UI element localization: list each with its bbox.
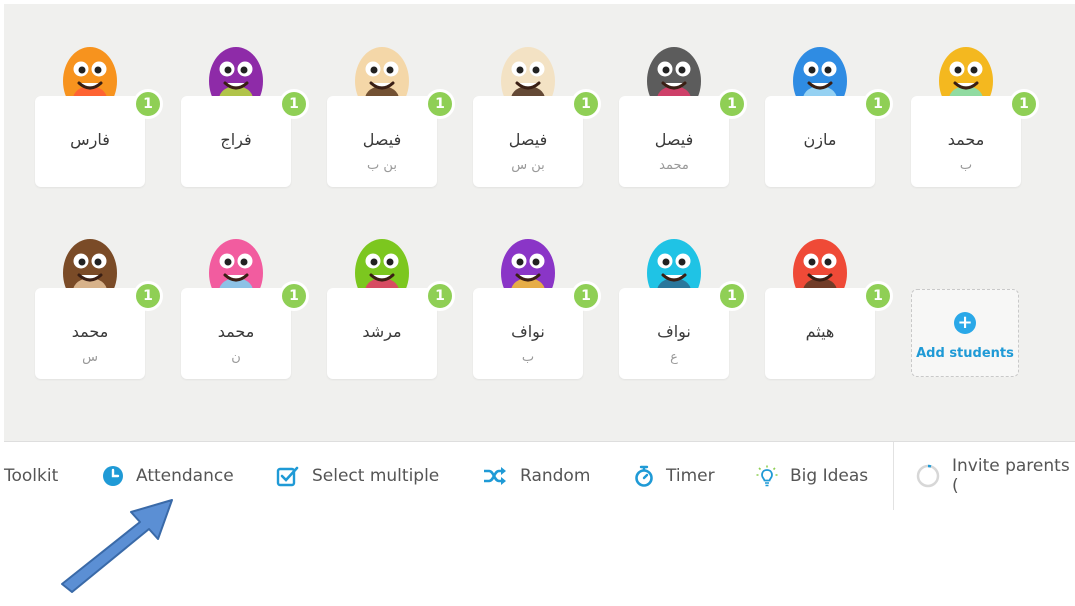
random-label: Random (520, 466, 591, 486)
invite-parents-button[interactable]: Invite parents ( (916, 442, 1075, 510)
points-badge: 1 (425, 89, 455, 119)
student-last-name: س (82, 350, 98, 365)
student-first-name: محمد (947, 130, 985, 149)
student-card[interactable]: فارس (35, 96, 145, 187)
student-card[interactable]: فراج (181, 96, 291, 187)
student-card[interactable]: فيصل بن ب (327, 96, 437, 187)
timer-button[interactable]: Timer (634, 442, 715, 510)
student-last-name: ب (959, 158, 973, 173)
student-card[interactable]: محمد ب (911, 96, 1021, 187)
student-first-name: محمد (71, 322, 109, 341)
progress-ring-icon (916, 464, 940, 488)
student-first-name: نواف (511, 322, 545, 341)
points-badge: 1 (279, 89, 309, 119)
student-card[interactable]: فيصل بن س (473, 96, 583, 187)
student-first-name: فيصل (654, 130, 694, 149)
student-first-name: محمد (217, 322, 255, 341)
select-multiple-label: Select multiple (312, 466, 440, 486)
toolbar-divider (893, 442, 894, 510)
select-multiple-button[interactable]: Select multiple (276, 442, 439, 510)
student-card[interactable]: محمد س (35, 288, 145, 379)
student-last-name: ع (670, 350, 678, 365)
student-first-name: فيصل (508, 130, 548, 149)
points-badge: 1 (425, 281, 455, 311)
big-ideas-label: Big Ideas (790, 466, 869, 486)
student-card[interactable]: محمد ن (181, 288, 291, 379)
stopwatch-icon (634, 465, 654, 487)
student-first-name: مازن (803, 130, 837, 149)
points-badge: 1 (863, 281, 893, 311)
student-card[interactable]: مازن (765, 96, 875, 187)
points-badge: 1 (571, 89, 601, 119)
student-card[interactable]: نواف ب (473, 288, 583, 379)
student-card[interactable]: مرشد (327, 288, 437, 379)
student-first-name: فراج (220, 130, 252, 149)
add-students-button[interactable]: + Add students (911, 289, 1019, 377)
points-badge: 1 (717, 89, 747, 119)
points-badge: 1 (1009, 89, 1039, 119)
student-last-name: ب (521, 350, 535, 365)
student-first-name: هيثم (805, 322, 835, 341)
points-badge: 1 (717, 281, 747, 311)
student-last-name: بن ب (367, 158, 397, 173)
checkbox-icon (276, 465, 300, 487)
student-first-name: فيصل (362, 130, 402, 149)
plus-icon: + (954, 312, 976, 334)
attendance-label: Attendance (136, 466, 234, 486)
add-students-label: Add students (916, 346, 1014, 361)
student-card[interactable]: نواف ع (619, 288, 729, 379)
points-badge: 1 (133, 281, 163, 311)
toolkit-label: Toolkit (4, 466, 59, 486)
invite-parents-label: Invite parents ( (952, 456, 1070, 496)
points-badge: 1 (571, 281, 601, 311)
lightbulb-icon (756, 465, 778, 487)
student-last-name: محمد (659, 158, 689, 173)
big-ideas-button[interactable]: Big Ideas (756, 442, 868, 510)
points-badge: 1 (133, 89, 163, 119)
student-first-name: فارس (70, 130, 110, 149)
shuffle-icon (482, 466, 508, 486)
student-first-name: نواف (657, 322, 691, 341)
student-last-name: ن (231, 350, 241, 365)
points-badge: 1 (279, 281, 309, 311)
student-first-name: مرشد (362, 322, 402, 341)
arrow-pointer-icon (61, 499, 173, 593)
points-badge: 1 (863, 89, 893, 119)
student-card[interactable]: فيصل محمد (619, 96, 729, 187)
student-card[interactable]: هيثم (765, 288, 875, 379)
random-button[interactable]: Random (482, 442, 590, 510)
toolkit-button[interactable]: Toolkit (4, 442, 58, 510)
student-last-name: بن س (511, 158, 545, 173)
timer-label: Timer (666, 466, 715, 486)
clock-icon (102, 465, 124, 487)
